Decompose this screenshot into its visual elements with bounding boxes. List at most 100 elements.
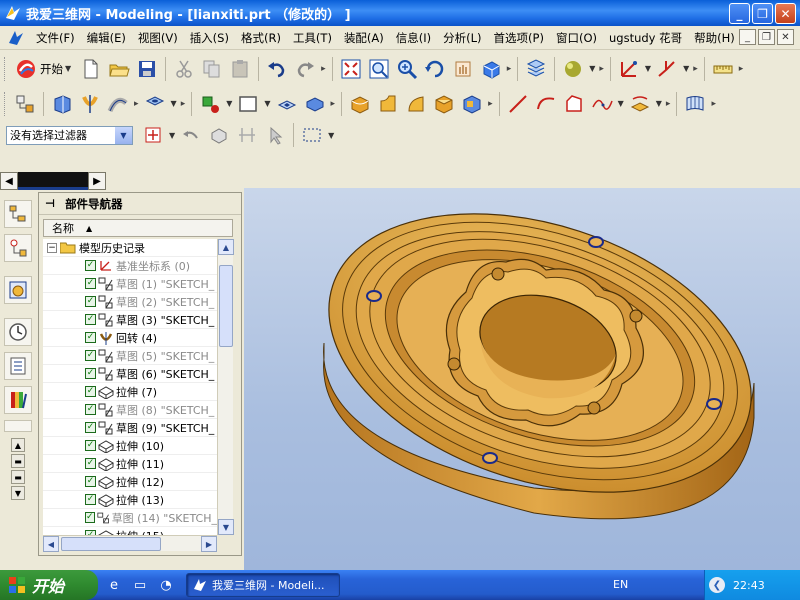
boss-tool-button[interactable] — [196, 90, 224, 118]
active-resource-tab[interactable] — [18, 172, 88, 190]
rotate-button[interactable] — [421, 55, 449, 83]
orient-view-button[interactable] — [477, 55, 505, 83]
zoom-window-button[interactable] — [365, 55, 393, 83]
sweep-tool-button[interactable] — [104, 90, 132, 118]
show-desktop-quicklaunch-icon[interactable]: ▭ — [130, 575, 150, 595]
selection-filter-select[interactable]: 没有选择过滤器 ▼ — [6, 125, 133, 145]
layer-button[interactable] — [522, 55, 550, 83]
feature-tree-row[interactable]: ✓ 草图 (8) "SKETCH_ — [43, 401, 217, 419]
extrude-tool-button[interactable] — [48, 90, 76, 118]
start-menu-button[interactable]: 开始 — [0, 570, 98, 600]
assembly-navigator-tab[interactable] — [4, 200, 32, 228]
feature-tree-row[interactable]: ✓ 拉伸 (10) — [43, 437, 217, 455]
maximize-button[interactable]: ❐ — [752, 3, 773, 24]
measure-button[interactable] — [709, 55, 737, 83]
scroll-right-button[interactable]: ▶ — [201, 536, 217, 552]
feature-checkbox[interactable]: ✓ — [85, 332, 96, 343]
assembly-nav-button[interactable] — [11, 90, 39, 118]
more-icon[interactable]: ▸ — [507, 64, 512, 74]
close-button[interactable]: ✕ — [775, 3, 796, 24]
select-feature-button[interactable] — [205, 121, 233, 149]
menu-file[interactable]: 文件(F) — [30, 28, 81, 48]
copy-button[interactable] — [198, 55, 226, 83]
feature-checkbox[interactable]: ✓ — [85, 350, 96, 361]
offset-face-button[interactable] — [458, 90, 486, 118]
feature-checkbox[interactable]: ✓ — [85, 278, 96, 289]
rectangle-select-button[interactable] — [298, 121, 326, 149]
more-icon[interactable]: ▸ — [739, 64, 744, 74]
line-button[interactable] — [504, 90, 532, 118]
feature-tree-row[interactable]: ✓ 草图 (5) "SKETCH_ — [43, 347, 217, 365]
basic-curves-button[interactable] — [560, 90, 588, 118]
doc-minimize-button[interactable]: _ — [739, 29, 756, 45]
feature-tree-row[interactable]: ✓ 拉伸 (12) — [43, 473, 217, 491]
feature-checkbox[interactable]: ✓ — [85, 368, 96, 379]
chevron-down-icon[interactable]: ▼ — [115, 126, 132, 144]
feature-tree-row[interactable]: ✓ 草图 (9) "SKETCH_ — [43, 419, 217, 437]
feature-tree-row[interactable]: ✓ 草图 (3) "SKETCH_ — [43, 311, 217, 329]
scroll-right-button[interactable]: ▶ — [88, 172, 106, 190]
palette-tab[interactable] — [4, 386, 32, 414]
spline-button[interactable] — [588, 90, 616, 118]
more-icon[interactable]: ▸ — [331, 99, 336, 109]
zoom-button[interactable] — [393, 55, 421, 83]
menu-information[interactable]: 信息(I) — [390, 28, 437, 48]
feature-checkbox[interactable]: ✓ — [85, 260, 96, 271]
pocket-tool-button[interactable] — [273, 90, 301, 118]
toolbar-grip[interactable] — [4, 56, 7, 81]
tray-arrow-icon[interactable]: ❮ — [709, 577, 725, 593]
feature-checkbox[interactable]: ✓ — [85, 458, 96, 469]
feature-tree-row[interactable]: ✓ 拉伸 (11) — [43, 455, 217, 473]
collapse-icon[interactable]: − — [47, 242, 57, 253]
model-history-node[interactable]: − 模型历史记录 — [43, 239, 217, 257]
resource-small-button[interactable]: ▬ — [11, 454, 25, 468]
new-file-button[interactable] — [77, 55, 105, 83]
chevron-down-icon[interactable]: ▼ — [65, 64, 71, 73]
chevron-down-icon[interactable]: ▼ — [264, 99, 270, 108]
pin-icon[interactable]: ⊣ — [45, 197, 55, 210]
scroll-up-button[interactable]: ▲ — [218, 239, 234, 255]
feature-tree-row[interactable]: ✓拉伸 (15) — [43, 527, 217, 535]
hole-tool-button[interactable] — [141, 90, 169, 118]
more-icon[interactable]: ▸ — [599, 64, 604, 74]
feature-tree-row[interactable]: ✓ 回转 (4) — [43, 329, 217, 347]
scroll-thumb[interactable] — [61, 537, 161, 551]
scroll-thumb[interactable] — [219, 265, 233, 347]
redo-button[interactable] — [291, 55, 319, 83]
menu-help[interactable]: 帮助(H) — [688, 28, 741, 48]
menu-edit[interactable]: 编辑(E) — [81, 28, 132, 48]
paste-button[interactable] — [226, 55, 254, 83]
snap-point-button[interactable] — [139, 121, 167, 149]
more-icon[interactable]: ▸ — [666, 99, 671, 109]
rectangle-tool-button[interactable] — [234, 90, 262, 118]
arc-button[interactable] — [532, 90, 560, 118]
scroll-down-button[interactable]: ▼ — [11, 486, 25, 500]
menu-ugstudy[interactable]: ugstudy 花哥 — [603, 28, 688, 48]
chamfer-button[interactable] — [374, 90, 402, 118]
more-icon[interactable]: ▸ — [711, 99, 716, 109]
tree-vertical-scrollbar[interactable]: ▲ ▼ — [217, 239, 234, 535]
feature-checkbox[interactable]: ✓ — [85, 386, 96, 397]
taskbar-window-button[interactable]: 我爱三维网 - Modeli... — [186, 573, 340, 597]
part-navigator-tab[interactable] — [4, 276, 32, 304]
feature-checkbox[interactable]: ✓ — [85, 494, 96, 505]
chevron-down-icon[interactable]: ▼ — [618, 99, 624, 108]
datum-plane-button[interactable] — [615, 55, 643, 83]
select-arrow-button[interactable] — [261, 121, 289, 149]
feature-checkbox[interactable]: ✓ — [85, 422, 96, 433]
feature-tree-row[interactable]: ✓ 拉伸 (13) — [43, 491, 217, 509]
shell-button[interactable] — [430, 90, 458, 118]
feature-checkbox[interactable]: ✓ — [85, 296, 96, 307]
menu-format[interactable]: 格式(R) — [235, 28, 287, 48]
menu-assemblies[interactable]: 装配(A) — [338, 28, 390, 48]
project-curve-button[interactable] — [626, 90, 654, 118]
chevron-down-icon[interactable]: ▼ — [169, 131, 175, 140]
tree-horizontal-scrollbar[interactable]: ◀ ▶ — [43, 535, 217, 552]
pad-tool-button[interactable] — [301, 90, 329, 118]
media-quicklaunch-icon[interactable]: ◔ — [156, 575, 176, 595]
scroll-left-button[interactable]: ◀ — [43, 536, 59, 552]
feature-checkbox[interactable]: ✓ — [85, 404, 96, 415]
chevron-down-icon[interactable]: ▼ — [171, 99, 177, 108]
feature-tree-row[interactable]: ✓ 基准坐标系 (0) — [43, 257, 217, 275]
start-button[interactable]: 开始 ▼ — [11, 56, 77, 82]
